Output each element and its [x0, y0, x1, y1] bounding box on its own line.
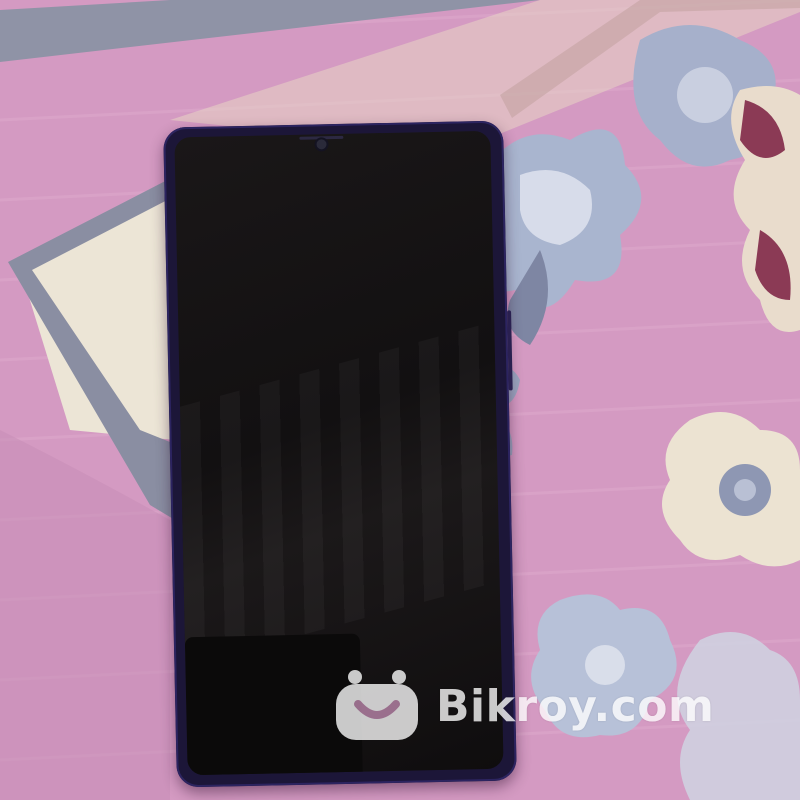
smiley-bag-logo-icon	[336, 670, 418, 740]
screen-reflection	[179, 321, 500, 667]
bikroy-watermark: Bikroy.com	[334, 668, 714, 744]
front-camera-icon	[316, 139, 327, 150]
watermark-brand-text: Bikroy.com	[436, 680, 715, 732]
flower-cream-right	[662, 412, 800, 567]
